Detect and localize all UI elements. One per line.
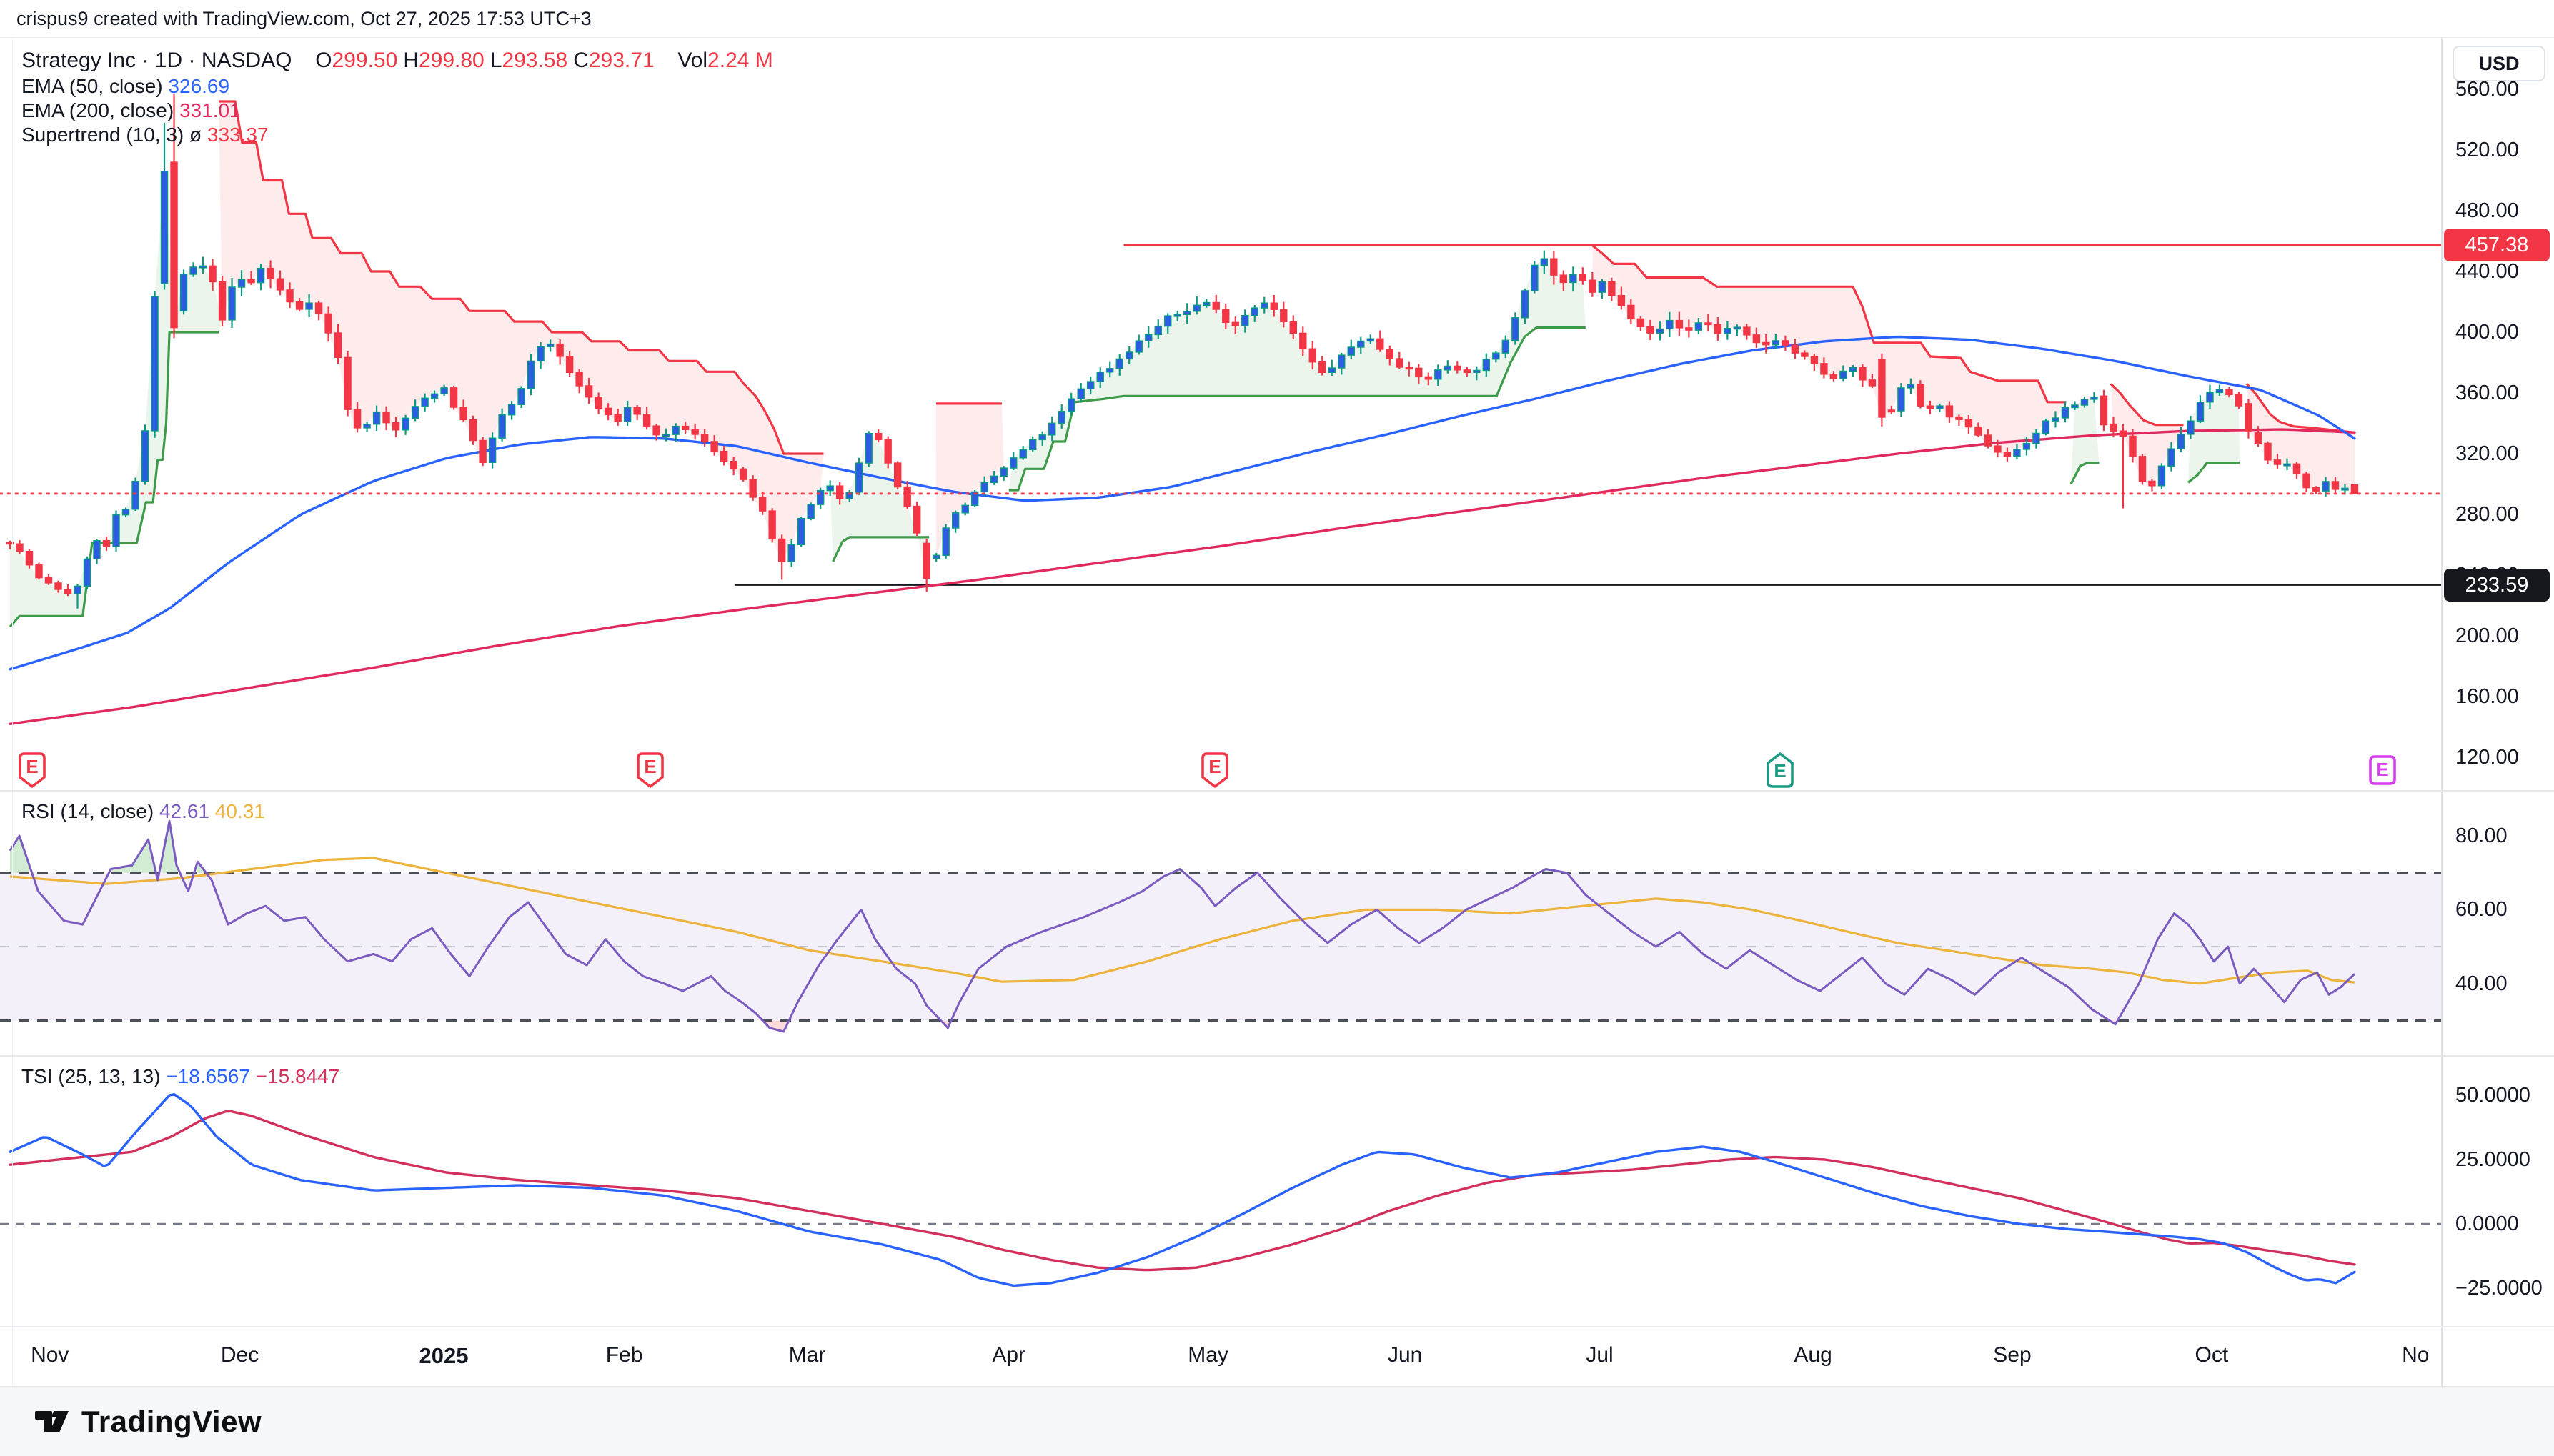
legend-dot: · <box>141 49 149 72</box>
indicator-value: 40.31 <box>209 800 265 822</box>
time-axis-label: Aug <box>1794 1343 1832 1367</box>
legend-row-supertrend[interactable]: Supertrend (10, 3) ø 333.37 <box>21 123 773 147</box>
price-axis-tick: 280.00 <box>2455 503 2519 526</box>
symbol-interval[interactable]: 1D <box>155 49 182 72</box>
price-axis-tick: 160.00 <box>2455 685 2519 708</box>
time-axis-label: Apr <box>992 1343 1025 1367</box>
tradingview-snapshot: crispus9 created with TradingView.com, O… <box>0 0 2554 1456</box>
indicator-name[interactable]: EMA (50, close) <box>21 75 163 97</box>
price-level-badge: 457.38 <box>2444 229 2550 261</box>
rsi-pane[interactable] <box>0 792 2441 1055</box>
rsi-axis-tick: 60.00 <box>2455 898 2508 921</box>
ohlc-value: 299.50 <box>332 49 398 72</box>
volume-value: 2.24 M <box>707 49 773 72</box>
rsi-legend[interactable]: RSI (14, close) 42.61 40.31 <box>21 800 265 823</box>
time-axis-label: Mar <box>789 1343 826 1367</box>
tsi-axis-tick: 0.0000 <box>2455 1212 2519 1235</box>
tsi-legend[interactable]: TSI (25, 13, 13) −18.6567 −15.8447 <box>21 1065 339 1088</box>
earnings-marker[interactable]: E <box>1199 751 1231 789</box>
indicator-name[interactable]: TSI (25, 13, 13) <box>21 1065 161 1087</box>
attribution-bar: crispus9 created with TradingView.com, O… <box>0 0 2554 38</box>
svg-text:E: E <box>644 756 656 777</box>
time-axis-label: Oct <box>2195 1343 2229 1367</box>
tradingview-logo-text: TradingView <box>81 1405 262 1439</box>
tsi-axis-tick: −25.0000 <box>2455 1277 2543 1300</box>
time-axis-separator <box>0 1326 2554 1327</box>
indicator-legend-rows: EMA (50, close) 326.69EMA (200, close) 3… <box>21 74 773 147</box>
pane-separator[interactable] <box>0 1055 2554 1057</box>
time-axis-label: Dec <box>221 1343 259 1367</box>
time-axis[interactable]: Nov Dec 2025 Feb Mar Apr May Jun Jul Aug Sep Oct No <box>0 1327 2441 1386</box>
legend-dot: · <box>188 49 195 72</box>
symbol-row[interactable]: Strategy Inc · 1D · NASDAQ O299.50H299.8… <box>21 47 773 74</box>
price-axis-tick: 480.00 <box>2455 199 2519 222</box>
ohlc-label: L <box>490 49 502 72</box>
svg-text:E: E <box>2377 759 2389 780</box>
time-axis-label: No <box>2402 1343 2429 1367</box>
earnings-marker[interactable]: E <box>16 751 48 789</box>
svg-text:E: E <box>26 756 38 777</box>
time-axis-label: May <box>1188 1343 1228 1367</box>
time-axis-label: 2025 <box>419 1343 469 1369</box>
main-legend[interactable]: Strategy Inc · 1D · NASDAQ O299.50H299.8… <box>21 47 773 147</box>
indicator-name[interactable]: RSI (14, close) <box>21 800 154 822</box>
rsi-axis-tick: 40.00 <box>2455 972 2508 995</box>
symbol-title[interactable]: Strategy Inc <box>21 49 136 72</box>
ohlc-value: 299.80 <box>419 49 485 72</box>
time-axis-label: Jul <box>1586 1343 1613 1367</box>
indicator-value: −18.6567 <box>161 1065 250 1087</box>
price-axis-tick: 320.00 <box>2455 442 2519 465</box>
tsi-axis-tick: 50.0000 <box>2455 1084 2530 1107</box>
earnings-marker[interactable]: E <box>1764 751 1796 789</box>
tsi-axis-tick: 25.0000 <box>2455 1148 2530 1171</box>
ohlc-label: C <box>573 49 589 72</box>
legend-row-ema50[interactable]: EMA (50, close) 326.69 <box>21 74 773 99</box>
ohlc-value: 293.71 <box>589 49 655 72</box>
earnings-marker[interactable]: E <box>635 751 666 789</box>
bottom-separator <box>0 1386 2554 1387</box>
volume-label: Vol <box>677 49 707 72</box>
symbol-exchange: NASDAQ <box>202 49 292 72</box>
legend-row-ema200[interactable]: EMA (200, close) 331.01 <box>21 99 773 123</box>
indicator-value: 331.01 <box>174 99 240 121</box>
indicator-value: −15.8447 <box>250 1065 339 1087</box>
ohlc-label: H <box>403 49 419 72</box>
svg-text:E: E <box>1774 760 1786 782</box>
time-axis-label: Feb <box>606 1343 643 1367</box>
price-axis-tick: 360.00 <box>2455 382 2519 404</box>
svg-text:E: E <box>1209 756 1221 777</box>
price-axis-tick: 400.00 <box>2455 321 2519 344</box>
ohlc-values: O299.50H299.80L293.58 C293.71 <box>315 49 660 72</box>
time-axis-label: Nov <box>31 1343 69 1367</box>
price-axis-tick: 440.00 <box>2455 260 2519 283</box>
indicator-value: 326.69 <box>163 75 229 97</box>
indicator-name[interactable]: EMA (200, close) <box>21 99 174 121</box>
price-axis-tick: 120.00 <box>2455 746 2519 769</box>
price-level-badge: 233.59 <box>2444 569 2550 602</box>
indicator-value: 333.37 <box>202 124 268 146</box>
price-axis-tick: 520.00 <box>2455 139 2519 161</box>
attribution-text: crispus9 created with TradingView.com, O… <box>16 8 592 30</box>
price-axis-tick: 200.00 <box>2455 624 2519 647</box>
pane-separator[interactable] <box>0 790 2554 792</box>
earnings-marker[interactable]: E <box>2367 751 2398 789</box>
ohlc-label: O <box>315 49 332 72</box>
indicator-prefix: ø <box>184 124 202 146</box>
time-axis-label: Jun <box>1388 1343 1422 1367</box>
currency-button[interactable]: USD <box>2453 46 2545 81</box>
tradingview-logo[interactable]: TradingView <box>33 1402 262 1441</box>
ohlc-value: 293.58 <box>502 49 567 72</box>
indicator-name[interactable]: Supertrend (10, 3) <box>21 124 184 146</box>
indicator-value: 42.61 <box>154 800 209 822</box>
chart-left-border <box>12 37 13 1386</box>
bottom-bar: TradingView <box>0 1387 2554 1456</box>
main-price-pane[interactable] <box>0 37 2441 790</box>
rsi-axis-tick: 80.00 <box>2455 824 2508 847</box>
tsi-pane[interactable] <box>0 1057 2441 1326</box>
tradingview-logo-mark <box>33 1402 71 1441</box>
time-axis-label: Sep <box>1993 1343 2031 1367</box>
